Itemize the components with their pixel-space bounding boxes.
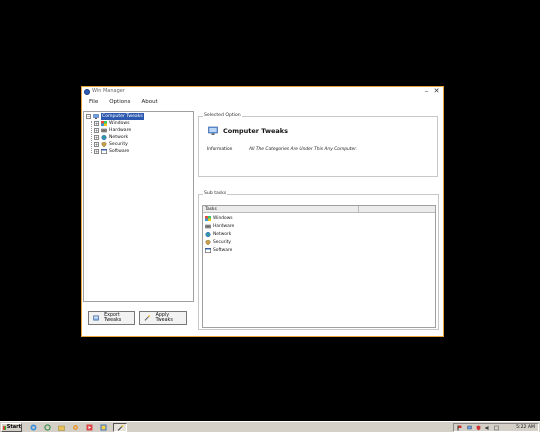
minimize-button[interactable]: –: [422, 87, 431, 96]
column-header-tasks[interactable]: Tasks: [203, 206, 359, 213]
network-tray-icon[interactable]: [467, 425, 472, 431]
list-item[interactable]: Hardware: [205, 222, 234, 230]
apply-wand-icon: [144, 315, 151, 321]
app-icon: [84, 89, 90, 95]
expand-icon[interactable]: +: [94, 121, 99, 126]
tree-label-windows: Windows: [109, 121, 130, 126]
windows-flag-icon: [3, 425, 6, 430]
information-label: Information: [207, 147, 233, 152]
flag-tray-icon[interactable]: [457, 425, 462, 431]
category-tree[interactable]: − Computer Tweaks + Windows + Hardware +…: [83, 111, 194, 302]
apply-tweaks-button[interactable]: Apply Tweaks: [139, 311, 187, 325]
selected-option-title: Selected Option: [203, 113, 242, 119]
refresh-icon[interactable]: [44, 424, 51, 431]
collapse-icon[interactable]: −: [86, 114, 91, 119]
desktop: Win Manager – ✕ File Options About − Com…: [0, 0, 540, 432]
list-item-label: Windows: [213, 215, 233, 221]
tree-guide-line: [91, 121, 92, 153]
selected-heading: Computer Tweaks: [223, 127, 288, 135]
wand-icon: [117, 425, 124, 431]
windows-icon: [205, 215, 211, 221]
network-globe-icon: [205, 231, 211, 237]
computer-icon: [93, 114, 99, 119]
hardware-icon: [101, 128, 107, 133]
list-item[interactable]: Windows: [205, 214, 233, 222]
subtasks-title: Sub tasks: [203, 191, 228, 197]
browser-icon[interactable]: [30, 424, 37, 431]
tree-label-root: Computer Tweaks: [101, 113, 144, 120]
display-tray-icon[interactable]: [494, 425, 499, 431]
selected-option-group: Selected Option Computer Tweaks Informat…: [198, 113, 438, 177]
clock[interactable]: 5:22 AM: [516, 424, 535, 432]
app-window: Win Manager – ✕ File Options About − Com…: [81, 86, 444, 337]
hardware-icon: [205, 224, 211, 228]
expand-icon[interactable]: +: [94, 149, 99, 154]
expand-icon[interactable]: +: [94, 128, 99, 133]
volume-tray-icon[interactable]: [485, 425, 490, 431]
tree-node-hardware[interactable]: + Hardware: [94, 127, 131, 134]
tree-node-computer-tweaks[interactable]: − Computer Tweaks: [86, 113, 144, 120]
app-shortcut-icon[interactable]: [100, 424, 107, 431]
subtasks-list[interactable]: Tasks Windows Hardware Network Security …: [202, 205, 436, 328]
tree-label-software: Software: [109, 149, 130, 154]
start-button[interactable]: Start: [1, 423, 22, 432]
tree-node-windows[interactable]: + Windows: [94, 120, 130, 127]
list-item[interactable]: Network: [205, 230, 231, 238]
tree-label-security: Security: [109, 142, 128, 147]
export-tweaks-button[interactable]: Export Tweaks: [88, 311, 135, 325]
security-shield-icon: [101, 142, 107, 147]
tree-node-software[interactable]: + Software: [94, 148, 129, 155]
window-title: Win Manager: [92, 88, 125, 94]
system-tray: 5:22 AM: [453, 423, 539, 432]
menu-file[interactable]: File: [86, 98, 98, 107]
tree-node-network[interactable]: + Network: [94, 134, 128, 141]
list-item-label: Security: [213, 239, 232, 245]
windows-icon: [101, 121, 107, 126]
menu-bar: File Options About: [86, 98, 166, 107]
tree-label-hardware: Hardware: [109, 128, 132, 133]
software-window-icon: [101, 149, 107, 154]
folder-icon[interactable]: [58, 424, 65, 431]
subtasks-group: Sub tasks Tasks Windows Hardware Network: [198, 191, 439, 330]
security-shield-icon: [205, 239, 211, 245]
start-label: Start: [6, 424, 21, 430]
taskbar-window-button[interactable]: [113, 423, 127, 432]
list-item-label: Hardware: [213, 223, 235, 229]
list-header: Tasks: [203, 206, 435, 213]
export-tweaks-label: Export Tweaks: [104, 313, 122, 323]
apply-tweaks-label: Apply Tweaks: [155, 313, 173, 323]
software-window-icon: [205, 247, 211, 253]
security-tray-icon[interactable]: [476, 425, 481, 431]
tree-node-security[interactable]: + Security: [94, 141, 128, 148]
list-item-label: Software: [213, 247, 233, 253]
export-icon: [93, 315, 99, 321]
title-bar[interactable]: Win Manager – ✕: [82, 87, 443, 97]
computer-icon: [208, 126, 218, 135]
menu-options[interactable]: Options: [106, 98, 130, 107]
settings-gear-icon[interactable]: [72, 424, 79, 431]
list-item-label: Network: [213, 231, 232, 237]
list-item[interactable]: Security: [205, 238, 231, 246]
column-header-empty[interactable]: [359, 206, 435, 213]
taskbar: Start 5:22 AM: [0, 421, 540, 432]
tree-label-network: Network: [109, 135, 129, 140]
network-globe-icon: [101, 135, 107, 140]
media-icon[interactable]: [86, 424, 93, 431]
close-button[interactable]: ✕: [432, 87, 441, 96]
expand-icon[interactable]: +: [94, 135, 99, 140]
menu-about[interactable]: About: [138, 98, 157, 107]
list-item[interactable]: Software: [205, 246, 232, 254]
expand-icon[interactable]: +: [94, 142, 99, 147]
information-value: All The Categories Are Under This Any Co…: [249, 147, 358, 152]
